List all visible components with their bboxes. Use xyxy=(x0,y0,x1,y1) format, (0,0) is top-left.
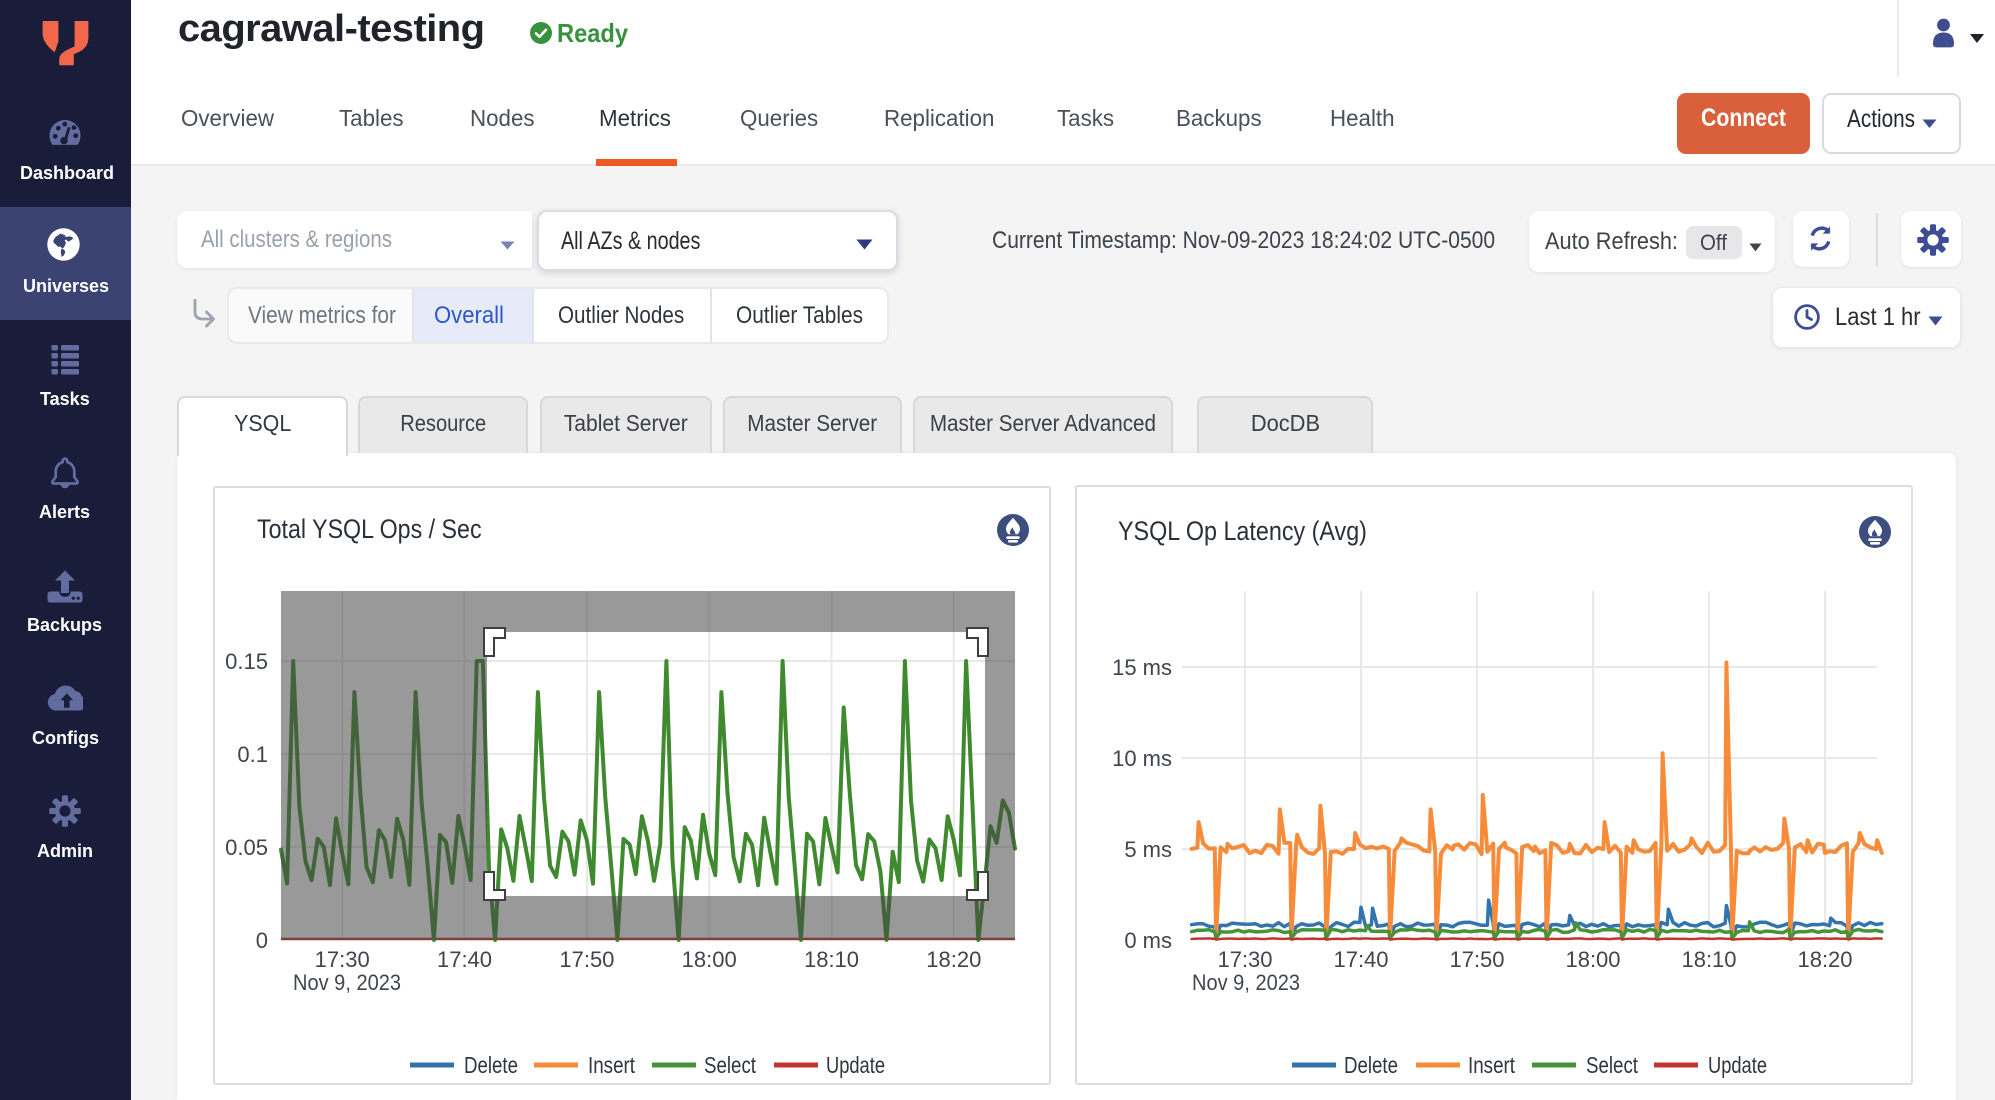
svg-text:10 ms: 10 ms xyxy=(1112,746,1172,771)
svg-text:18:10: 18:10 xyxy=(1681,947,1736,972)
svg-text:17:30: 17:30 xyxy=(1217,947,1272,972)
svg-text:15 ms: 15 ms xyxy=(1112,655,1172,680)
svg-text:Nov 9, 2023: Nov 9, 2023 xyxy=(1192,970,1300,995)
svg-text:0 ms: 0 ms xyxy=(1124,928,1172,953)
svg-text:Update: Update xyxy=(1708,1052,1767,1078)
svg-text:18:00: 18:00 xyxy=(1565,947,1620,972)
svg-text:Delete: Delete xyxy=(1344,1052,1398,1078)
svg-text:17:50: 17:50 xyxy=(1449,947,1504,972)
svg-text:17:40: 17:40 xyxy=(1333,947,1388,972)
svg-text:5 ms: 5 ms xyxy=(1124,837,1172,862)
svg-text:Select: Select xyxy=(1586,1052,1638,1078)
svg-text:Insert: Insert xyxy=(1468,1052,1515,1078)
svg-text:18:20: 18:20 xyxy=(1797,947,1852,972)
